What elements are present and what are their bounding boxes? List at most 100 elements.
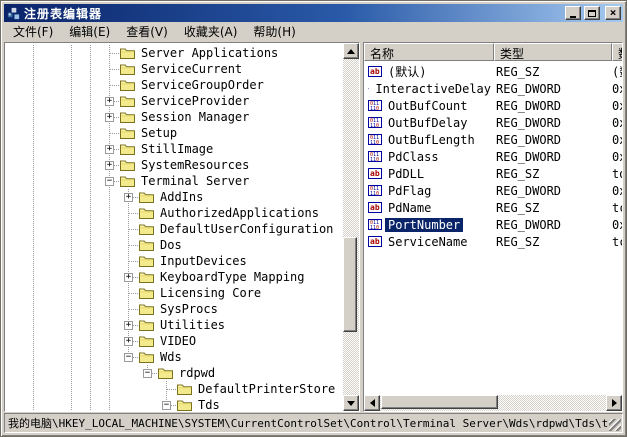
tree-item-label[interactable]: rdpwd — [177, 366, 217, 380]
tree-item[interactable]: + StillImage — [5, 141, 343, 157]
tree-item[interactable]: DefaultPrinterStore — [5, 381, 343, 397]
value-name[interactable]: PdClass — [385, 150, 442, 164]
value-name-cell[interactable]: ab PdDLL — [364, 167, 494, 181]
expand-plus-icon[interactable]: + — [105, 113, 114, 122]
tree-item[interactable]: + KeyboardType Mapping — [5, 269, 343, 285]
column-header-type[interactable]: 类型 — [494, 43, 612, 61]
tree-item[interactable]: − Terminal Server — [5, 173, 343, 189]
tree-item[interactable]: + Utilities — [5, 317, 343, 333]
maximize-button[interactable] — [584, 6, 600, 20]
expand-plus-icon[interactable]: + — [105, 97, 114, 106]
tree-item[interactable]: ServiceCurrent — [5, 61, 343, 77]
value-name-cell[interactable]: 011 110 PdFlag — [364, 184, 494, 198]
tree-item-label[interactable]: ServiceCurrent — [139, 62, 244, 76]
expand-plus-icon[interactable]: + — [105, 161, 114, 170]
value-name[interactable]: OutBufLength — [385, 133, 478, 147]
registry-value-row[interactable]: 011 110 OutBufLengthREG_DWORD0x — [364, 131, 622, 148]
tree-item[interactable]: + VIDEO — [5, 333, 343, 349]
horizontal-scrollbar[interactable] — [364, 395, 622, 411]
tree-item[interactable]: + AddIns — [5, 189, 343, 205]
column-header-name[interactable]: 名称 — [364, 43, 494, 61]
menu-item[interactable]: 查看(V) — [118, 21, 176, 43]
scroll-left-button[interactable] — [364, 395, 380, 411]
vertical-scrollbar-thumb[interactable] — [343, 237, 357, 332]
tree-item-label[interactable]: DefaultPrinterStore — [196, 382, 337, 396]
tree-item-label[interactable]: AddIns — [158, 190, 205, 204]
horizontal-scrollbar-track[interactable] — [380, 395, 606, 411]
menu-item[interactable]: 帮助(H) — [245, 21, 303, 43]
registry-value-row[interactable]: 011 110 PdFlagREG_DWORD0x — [364, 182, 622, 199]
tree-item-label[interactable]: StillImage — [139, 142, 215, 156]
collapse-minus-icon[interactable]: − — [124, 353, 133, 362]
tree-item[interactable]: DefaultUserConfiguration — [5, 221, 343, 237]
tree-item-label[interactable]: Tds — [196, 398, 222, 411]
value-name-selected[interactable]: PortNumber — [385, 218, 463, 232]
tree-item[interactable]: − Tds — [5, 397, 343, 411]
tree-item-label[interactable]: Setup — [139, 126, 179, 140]
tree-item[interactable]: + Session Manager — [5, 109, 343, 125]
tree-item[interactable]: Server Applications — [5, 45, 343, 61]
tree-item[interactable]: − Wds — [5, 349, 343, 365]
value-name-cell[interactable]: ab ServiceName — [364, 235, 494, 249]
vertical-scrollbar-track[interactable] — [343, 59, 359, 395]
value-name[interactable]: PdName — [385, 201, 434, 215]
value-name-cell[interactable]: 011 110 InteractiveDelay — [364, 82, 494, 96]
scroll-right-button[interactable] — [606, 395, 622, 411]
tree-item-label[interactable]: Server Applications — [139, 46, 280, 60]
tree-item[interactable]: InputDevices — [5, 253, 343, 269]
tree-item-label[interactable]: KeyboardType Mapping — [158, 270, 307, 284]
value-name[interactable]: PdFlag — [385, 184, 434, 198]
tree-item-label[interactable]: AuthorizedApplications — [158, 206, 321, 220]
tree-item[interactable]: Setup — [5, 125, 343, 141]
tree-item-label[interactable]: VIDEO — [158, 334, 198, 348]
value-name[interactable]: (默认) — [385, 63, 429, 80]
scroll-down-button[interactable] — [343, 395, 359, 411]
registry-value-row[interactable]: 011 110 PdClassREG_DWORD0x — [364, 148, 622, 165]
tree-item-label[interactable]: ServiceGroupOrder — [139, 78, 266, 92]
horizontal-scrollbar-thumb[interactable] — [381, 395, 498, 409]
tree-item[interactable]: Dos — [5, 237, 343, 253]
expand-plus-icon[interactable]: + — [124, 321, 133, 330]
value-name-cell[interactable]: ab PdName — [364, 201, 494, 215]
tree-item-label[interactable]: Wds — [158, 350, 184, 364]
registry-value-row[interactable]: 011 110 InteractiveDelayREG_DWORD0x — [364, 80, 622, 97]
value-name-cell[interactable]: ab (默认) — [364, 63, 494, 80]
value-name[interactable]: OutBufDelay — [385, 116, 470, 130]
menu-item[interactable]: 编辑(E) — [61, 21, 118, 43]
close-button[interactable]: × — [605, 6, 621, 20]
tree-item[interactable]: Licensing Core — [5, 285, 343, 301]
vertical-scrollbar[interactable] — [343, 43, 359, 411]
scroll-up-button[interactable] — [343, 43, 359, 59]
minimize-button[interactable] — [565, 6, 581, 20]
tree-item-label[interactable]: Licensing Core — [158, 286, 263, 300]
value-name[interactable]: PdDLL — [385, 167, 427, 181]
tree-item-label[interactable]: InputDevices — [158, 254, 249, 268]
tree-item-label[interactable]: Terminal Server — [139, 174, 251, 188]
tree-item[interactable]: SysProcs — [5, 301, 343, 317]
tree-item-label[interactable]: SystemResources — [139, 158, 251, 172]
registry-value-row[interactable]: 011 110 OutBufCountREG_DWORD0x — [364, 97, 622, 114]
value-name-cell[interactable]: 011 110 OutBufDelay — [364, 116, 494, 130]
menu-item[interactable]: 收藏夹(A) — [176, 21, 246, 43]
collapse-minus-icon[interactable]: − — [162, 401, 171, 410]
registry-value-row[interactable]: 011 110 OutBufDelayREG_DWORD0x — [364, 114, 622, 131]
tree-item-label[interactable]: DefaultUserConfiguration — [158, 222, 335, 236]
expand-plus-icon[interactable]: + — [124, 273, 133, 282]
value-name-cell[interactable]: 011 110 OutBufLength — [364, 133, 494, 147]
resize-grip[interactable] — [609, 419, 621, 431]
registry-value-row[interactable]: ab ServiceNameREG_SZtc — [364, 233, 622, 250]
registry-value-row[interactable]: 011 110 PortNumberREG_DWORD0x — [364, 216, 622, 233]
tree-item-label[interactable]: SysProcs — [158, 302, 220, 316]
title-bar[interactable]: 注册表编辑器 × — [4, 4, 623, 22]
expand-plus-icon[interactable]: + — [124, 337, 133, 346]
tree-item-label[interactable]: Dos — [158, 238, 184, 252]
tree-item-label[interactable]: Session Manager — [139, 110, 251, 124]
tree-item[interactable]: + SystemResources — [5, 157, 343, 173]
collapse-minus-icon[interactable]: − — [105, 177, 114, 186]
column-header-data[interactable]: 数据 — [612, 43, 622, 61]
registry-value-row[interactable]: ab (默认)REG_SZ(数值未设置) — [364, 63, 622, 80]
menu-item[interactable]: 文件(F) — [5, 21, 61, 43]
value-name[interactable]: OutBufCount — [385, 99, 470, 113]
value-name-cell[interactable]: 011 110 OutBufCount — [364, 99, 494, 113]
expand-plus-icon[interactable]: + — [124, 193, 133, 202]
